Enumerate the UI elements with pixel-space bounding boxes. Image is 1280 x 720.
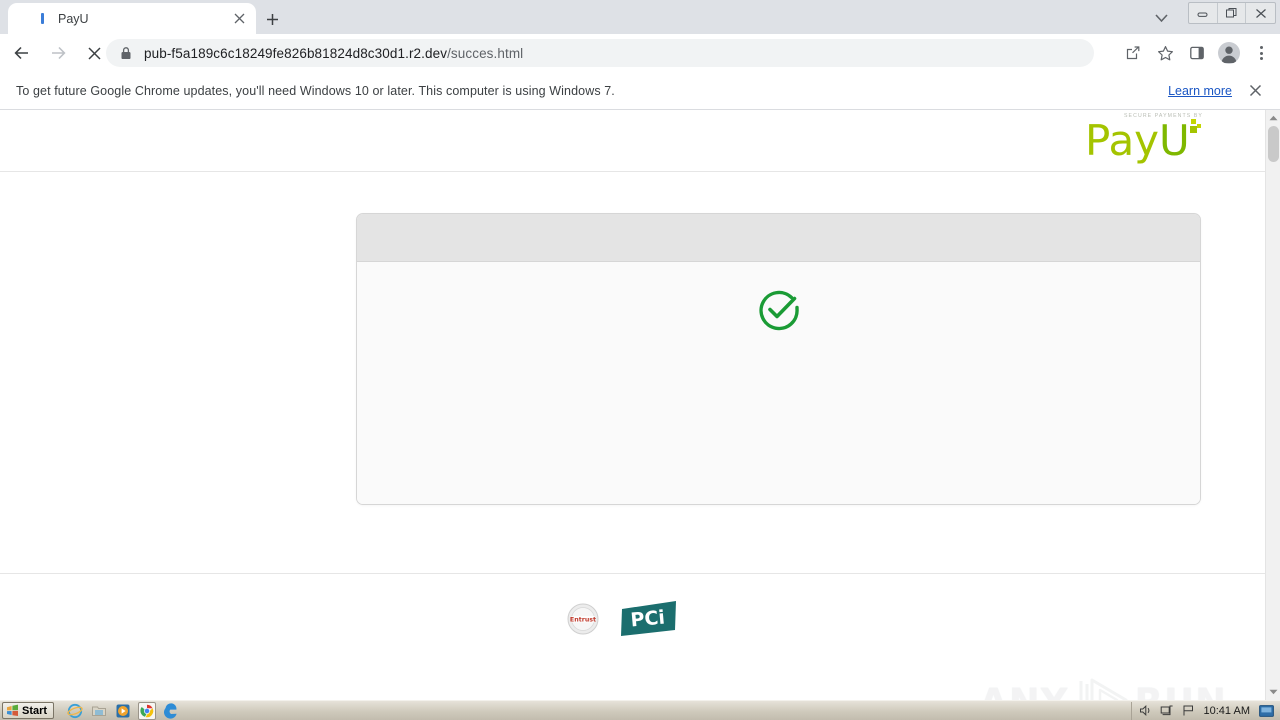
learn-more-link[interactable]: Learn more [1168,84,1232,98]
address-bar[interactable]: pub-f5a189c6c18249fe826b81824d8c30d1.r2.… [106,39,1094,67]
page-header: SECURE PAYMENTS BY PayU [0,110,1265,172]
action-center-flag-icon[interactable] [1181,704,1195,717]
payu-logo-wordmark: PayU [1085,120,1190,162]
chrome-update-infobar: To get future Google Chrome updates, you… [0,72,1280,110]
side-panel-icon[interactable] [1184,40,1210,66]
scroll-up-arrow-icon[interactable] [1266,110,1280,126]
close-icon[interactable] [228,8,250,30]
windows-flag-icon [7,704,18,716]
tab-title: PayU [58,11,89,26]
start-button-label: Start [22,704,48,717]
chrome-menu-icon[interactable] [1248,40,1274,66]
entrust-seal[interactable]: Entrust [566,602,600,636]
taskbar-internet-explorer[interactable] [66,702,84,720]
browser-tab[interactable]: PayU [8,3,256,34]
restore-button[interactable] [1218,3,1247,23]
taskbar-file-explorer[interactable] [90,702,108,720]
stop-loading-icon[interactable] [80,39,108,67]
new-tab-button[interactable] [258,5,286,33]
payment-status-card [356,213,1201,505]
taskbar-microsoft-edge[interactable] [162,702,180,720]
url-path: /succes.html [447,45,524,61]
close-button[interactable] [1246,3,1275,23]
taskbar-media-player[interactable] [114,702,132,720]
chrome-browser-window: PayU pub-f5a189c6c18249fe826b81824d8c30d… [0,0,1280,700]
show-desktop-icon[interactable] [1259,704,1274,717]
page-viewport: SECURE PAYMENTS BY PayU Entrust PCi [0,110,1280,700]
chevron-down-icon[interactable] [1148,5,1174,31]
url-text: pub-f5a189c6c18249fe826b81824d8c30d1.r2.… [144,46,523,61]
start-button[interactable]: Start [2,702,55,719]
payu-favicon [34,11,50,27]
infobar-close-icon[interactable] [1244,80,1266,102]
card-header [357,214,1200,262]
toolbar-actions [1120,40,1274,66]
quick-launch-bar [66,701,180,720]
pci-badge[interactable]: PCi [618,600,680,638]
windows-taskbar: Start 10:41 AM [0,700,1280,720]
payu-logo-dots [1181,119,1201,139]
card-body [357,262,1200,504]
volume-icon[interactable] [1139,704,1153,717]
svg-text:PCi: PCi [629,607,665,632]
bookmark-star-icon[interactable] [1152,40,1178,66]
watermark-text-left: ANY [979,681,1068,700]
svg-text:Entrust: Entrust [569,616,595,623]
scrollbar-thumb[interactable] [1268,126,1279,162]
infobar-message: To get future Google Chrome updates, you… [16,83,615,98]
page-footer: Entrust PCi ANY [0,573,1265,700]
anyrun-play-logo [1070,676,1132,700]
profile-avatar[interactable] [1216,40,1242,66]
browser-toolbar: pub-f5a189c6c18249fe826b81824d8c30d1.r2.… [0,34,1280,72]
window-controls [1188,2,1276,24]
payu-success-page: SECURE PAYMENTS BY PayU Entrust PCi [0,110,1265,700]
clock[interactable]: 10:41 AM [1204,705,1250,717]
tab-strip: PayU [0,0,1280,34]
lock-icon[interactable] [118,45,134,61]
scroll-down-arrow-icon[interactable] [1266,684,1280,700]
taskbar-google-chrome[interactable] [138,701,157,720]
forward-arrow-icon[interactable] [44,39,72,67]
anyrun-watermark: ANY RUN [979,676,1227,700]
watermark-text-right: RUN [1134,681,1227,700]
network-icon[interactable] [1160,704,1174,717]
share-icon[interactable] [1120,40,1146,66]
payu-logo-pay: Pay [1085,116,1160,165]
page-scrollbar[interactable] [1265,110,1280,700]
success-check-icon [755,285,803,333]
url-host: pub-f5a189c6c18249fe826b81824d8c30d1.r2.… [144,45,448,61]
back-arrow-icon[interactable] [8,39,36,67]
trust-seals: Entrust PCi [0,600,1245,638]
minimize-button[interactable] [1189,3,1218,23]
system-tray: 10:41 AM [1130,701,1278,720]
payu-logo: SECURE PAYMENTS BY PayU [1085,112,1203,168]
